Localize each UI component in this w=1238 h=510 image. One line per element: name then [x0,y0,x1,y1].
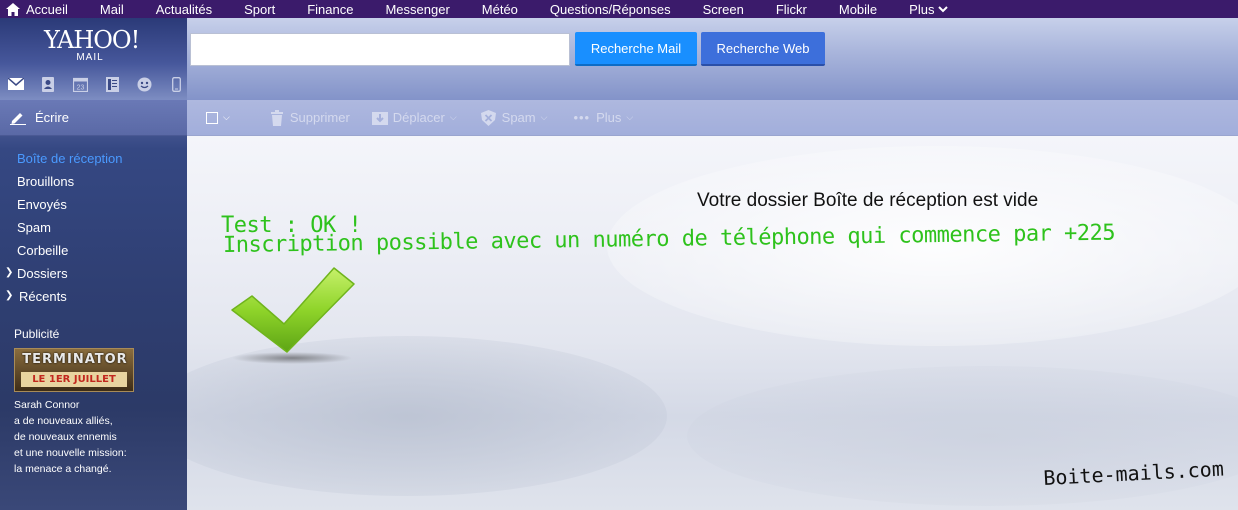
chevron-down-icon: ⌵ [540,112,548,122]
nav-sport[interactable]: Sport [244,0,275,18]
nav-flickr[interactable]: Flickr [776,0,807,18]
ad-text-line[interactable]: de nouveaux ennemis [14,431,117,443]
nav-plus[interactable]: Plus [909,0,949,18]
nav-home[interactable]: Accueil [0,0,68,18]
folder-drafts[interactable]: Brouillons [17,174,74,189]
ad-title: TERMINATOR [22,352,128,367]
more-label: Plus [596,110,622,125]
sidebar: Écrire Boîte de réception Brouillons Env… [0,100,187,510]
app-switcher: 23 [0,74,192,94]
compose-label: Écrire [35,110,69,125]
chevron-right-icon[interactable]: ❯ [5,267,13,278]
ad-text-line[interactable]: la menace a changé. [14,463,111,475]
search-input[interactable] [190,33,570,66]
yahoo-mail-logo[interactable]: YAHOO! MAIL [44,26,140,64]
ad-text-line[interactable]: Sarah Connor [14,399,79,411]
notepad-icon [105,76,119,92]
messenger-icon [137,77,151,91]
folder-trash[interactable]: Corbeille [17,243,68,258]
ad-label: Publicité [14,327,60,341]
mail-icon [8,78,24,90]
chevron-down-icon: ⌵ [449,112,457,122]
empty-folder-message: Votre dossier Boîte de réception est vid… [697,190,1039,211]
checkmark-icon [231,267,355,364]
app-messenger[interactable] [128,74,160,94]
delete-label: Supprimer [289,110,350,125]
contacts-icon [42,76,54,92]
ad-text-line[interactable]: et une nouvelle mission: [14,447,127,459]
spam-button[interactable]: Spam ⌵ [480,109,548,126]
move-button[interactable]: Déplacer ⌵ [371,110,457,125]
ad-subtitle: LE 1ER JUILLET [21,372,127,387]
top-nav: Accueil Mail Actualités Sport Finance Me… [0,0,1238,18]
checkbox-icon [206,111,218,124]
search-mail-button[interactable]: Recherche Mail [575,32,697,66]
shield-icon [480,109,496,126]
app-mobile[interactable] [160,74,192,94]
svg-text:23: 23 [76,84,84,91]
compose-button[interactable]: Écrire [0,100,187,136]
folder-group-recents[interactable]: Récents [19,289,67,304]
nav-messenger[interactable]: Messenger [385,0,449,18]
trash-icon [270,109,283,126]
nav-label-accueil: Accueil [26,1,68,17]
app-mail[interactable] [0,74,32,94]
nav-questions[interactable]: Questions/Réponses [550,0,671,18]
ad-banner[interactable]: TERMINATOR LE 1ER JUILLET [14,348,134,392]
delete-button[interactable]: Supprimer [270,109,350,126]
nav-meteo[interactable]: Météo [482,0,518,18]
app-notepad[interactable] [96,74,128,94]
background-cloud [687,366,1238,506]
nav-mobile[interactable]: Mobile [839,0,877,18]
folder-inbox[interactable]: Boîte de réception [17,151,123,166]
ad-text-line[interactable]: a de nouveaux alliés, [14,415,113,427]
message-toolbar: ⌵ Supprimer Déplacer ⌵ Spam ⌵ ••• Plus ⌵ [187,100,1238,136]
folder-spam[interactable]: Spam [17,220,51,235]
chevron-down-icon: ⌵ [626,112,634,122]
select-all-checkbox[interactable]: ⌵ [206,111,230,124]
nav-mail[interactable]: Mail [100,0,124,18]
nav-plus-label: Plus [909,1,935,17]
chevron-down-icon: ⌵ [223,112,230,122]
app-calendar[interactable]: 23 [64,74,96,94]
nav-screen[interactable]: Screen [703,0,744,18]
nav-finance[interactable]: Finance [307,0,353,18]
more-dots-icon: ••• [573,110,591,125]
folder-sent[interactable]: Envoyés [17,197,67,212]
folder-move-icon [371,112,388,125]
folder-group-dossiers[interactable]: Dossiers [17,266,68,281]
chevron-right-icon[interactable]: ❯ [5,290,13,301]
more-button[interactable]: ••• Plus ⌵ [573,110,633,125]
spam-label: Spam [501,110,536,125]
nav-actualites[interactable]: Actualités [156,0,212,18]
header: YAHOO! MAIL Recherche Mail Recherche Web… [0,18,1238,100]
home-icon [6,2,20,16]
search-web-button[interactable]: Recherche Web [701,32,825,66]
mobile-icon [171,76,181,92]
move-label: Déplacer [392,110,445,125]
pencil-icon [10,112,26,125]
calendar-icon: 23 [72,77,88,92]
logo-text: YAHOO! [44,26,140,54]
app-contacts[interactable] [32,74,64,94]
chevron-down-icon [938,5,949,12]
